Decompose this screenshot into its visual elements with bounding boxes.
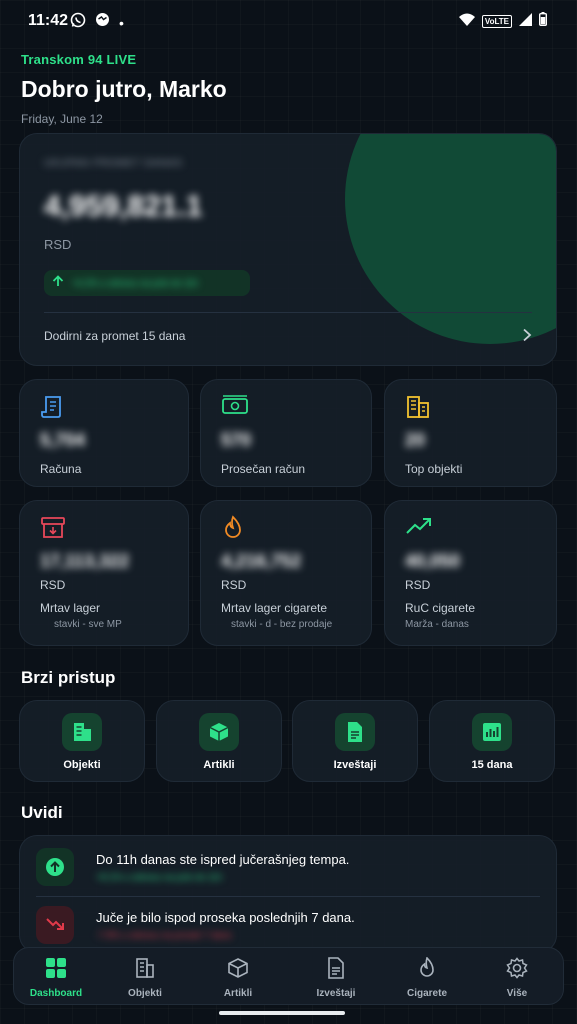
greeting-title: Dobro jutro, Marko [21,76,227,102]
insights-title: Uvidi [21,803,63,822]
box-icon [199,713,239,751]
arrow-up-icon [52,274,64,292]
signal-icon [519,12,532,31]
revenue-change-badge: +6.2% u odnosu na juče do 11h [44,270,250,296]
tile-label: Računa [40,462,82,476]
tile-unit: RSD [405,578,431,592]
nav-objects[interactable]: Objekti [105,956,185,999]
nav-articles[interactable]: Artikli [198,956,278,999]
tile-average-receipt[interactable]: 570 Prosečan račun [200,379,372,487]
flame-icon [387,956,467,980]
wifi-icon [458,13,475,31]
home-indicator[interactable] [219,1011,345,1015]
nav-dashboard[interactable]: Dashboard [16,956,96,999]
revenue-label: UKUPAN PROMET DANAS [44,158,183,169]
tile-unit: RSD [40,578,66,592]
buildings-icon [405,394,431,425]
cube-icon [198,956,278,980]
quick-access-reports[interactable]: Izveštaji [292,700,418,782]
building-icon [105,956,185,980]
nav-label: Artikli [223,988,253,999]
hero-footer-link[interactable]: Dodirni za promet 15 dana [44,329,185,343]
document-icon [335,713,375,751]
bar-chart-icon [472,713,512,751]
quick-access-label: 15 dana [471,759,513,771]
insight-sub: +8.1% u odnosu na juče do 11h [96,872,223,882]
tile-label: RuC cigarete [405,601,476,615]
flame-icon [221,515,245,546]
tile-value: 5,704 [40,430,86,450]
tile-cigarette-margin[interactable]: 40,050 RSD RuC cigarete Marža - danas [384,500,557,646]
tile-value: 4,216,752 [221,551,302,571]
quick-access-objects[interactable]: Objekti [19,700,145,782]
archive-icon [40,515,66,546]
tile-top-objects[interactable]: 20 Top objekti [384,379,557,487]
quick-access-label: Objekti [63,759,101,771]
revenue-hero-card[interactable]: UKUPAN PROMET DANAS 4,959,821.1 RSD +6.2… [19,133,557,366]
nav-reports[interactable]: Izveštaji [296,956,376,999]
insight-item[interactable]: Juče je bilo ispod proseka poslednjih 7 … [20,894,556,952]
chat-bubble-icon [94,12,111,33]
insight-title: Juče je bilo ispod proseka poslednjih 7 … [96,910,355,925]
tile-dead-stock-cigarettes[interactable]: 4,216,752 RSD Mrtav lager cigarete stavk… [200,500,372,646]
insights-card: Do 11h danas ste ispred jučerašnjeg temp… [19,835,557,953]
revenue-change-text: +6.2% u odnosu na juče do 11h [72,278,199,288]
store-name: Transkom 94 LIVE [21,52,137,67]
quick-access-title: Brzi pristup [21,668,116,687]
volte-badge: VoLTE [481,15,512,28]
tile-label: Mrtav lager cigarete [221,601,328,615]
quick-access-15-days[interactable]: 15 dana [429,700,555,782]
tile-receipts[interactable]: 5,704 Računa [19,379,189,487]
whatsapp-icon [70,12,86,33]
tile-sub: Marža - danas [405,619,469,630]
status-bar: 11:42 • VoLTE [0,0,577,42]
quick-access-articles[interactable]: Artikli [156,700,282,782]
revenue-value: 4,959,821.1 [44,190,203,223]
nav-label: Izveštaji [316,988,356,999]
tile-value: 20 [405,430,426,450]
tile-unit: RSD [221,578,247,592]
tile-sub: stavki - d - bez prodaje [231,619,333,630]
bottom-navigation: Dashboard Objekti Artikli Izveštaji Ciga… [13,947,564,1005]
nav-label: Cigarete [406,988,447,999]
nav-cigarettes[interactable]: Cigarete [387,956,467,999]
revenue-currency: RSD [44,237,72,252]
cash-icon [221,394,249,423]
document-icon [296,956,376,980]
nav-label: Dashboard [29,988,83,999]
tile-label: Top objekti [405,462,463,476]
insight-item[interactable]: Do 11h danas ste ispred jučerašnjeg temp… [20,836,556,894]
quick-access-label: Izveštaji [333,759,377,771]
battery-icon [538,12,547,31]
tile-sub: stavki - sve MP [54,619,122,630]
status-left-icons: • [70,12,124,33]
tile-label: Prosečan račun [221,462,306,476]
tile-value: 17,113,322 [40,551,130,571]
status-time: 11:42 [28,12,69,29]
trend-down-icon [36,906,74,944]
insight-sub: -7.8% u odnosu na prosek 7 dana [96,930,232,940]
chevron-right-icon [522,328,532,347]
nav-label: Objekti [128,988,162,999]
tile-label: Mrtav lager [40,601,101,615]
quick-access-label: Artikli [203,759,235,771]
building-icon [62,713,102,751]
gear-icon [477,956,557,980]
trend-up-icon [405,515,433,542]
grid-icon [16,956,96,980]
receipt-icon [40,394,66,425]
nav-label: Više [506,988,528,999]
notification-dot: • [119,14,124,31]
tile-dead-stock[interactable]: 17,113,322 RSD Mrtav lager stavki - sve … [19,500,189,646]
current-date: Friday, June 12 [21,112,103,126]
arrow-up-circle-icon [36,848,74,886]
status-right-icons: VoLTE [458,12,547,31]
tile-value: 40,050 [405,551,461,571]
hero-divider [44,312,532,313]
nav-more[interactable]: Više [477,956,557,999]
insight-title: Do 11h danas ste ispred jučerašnjeg temp… [96,852,350,867]
tile-value: 570 [221,430,252,450]
